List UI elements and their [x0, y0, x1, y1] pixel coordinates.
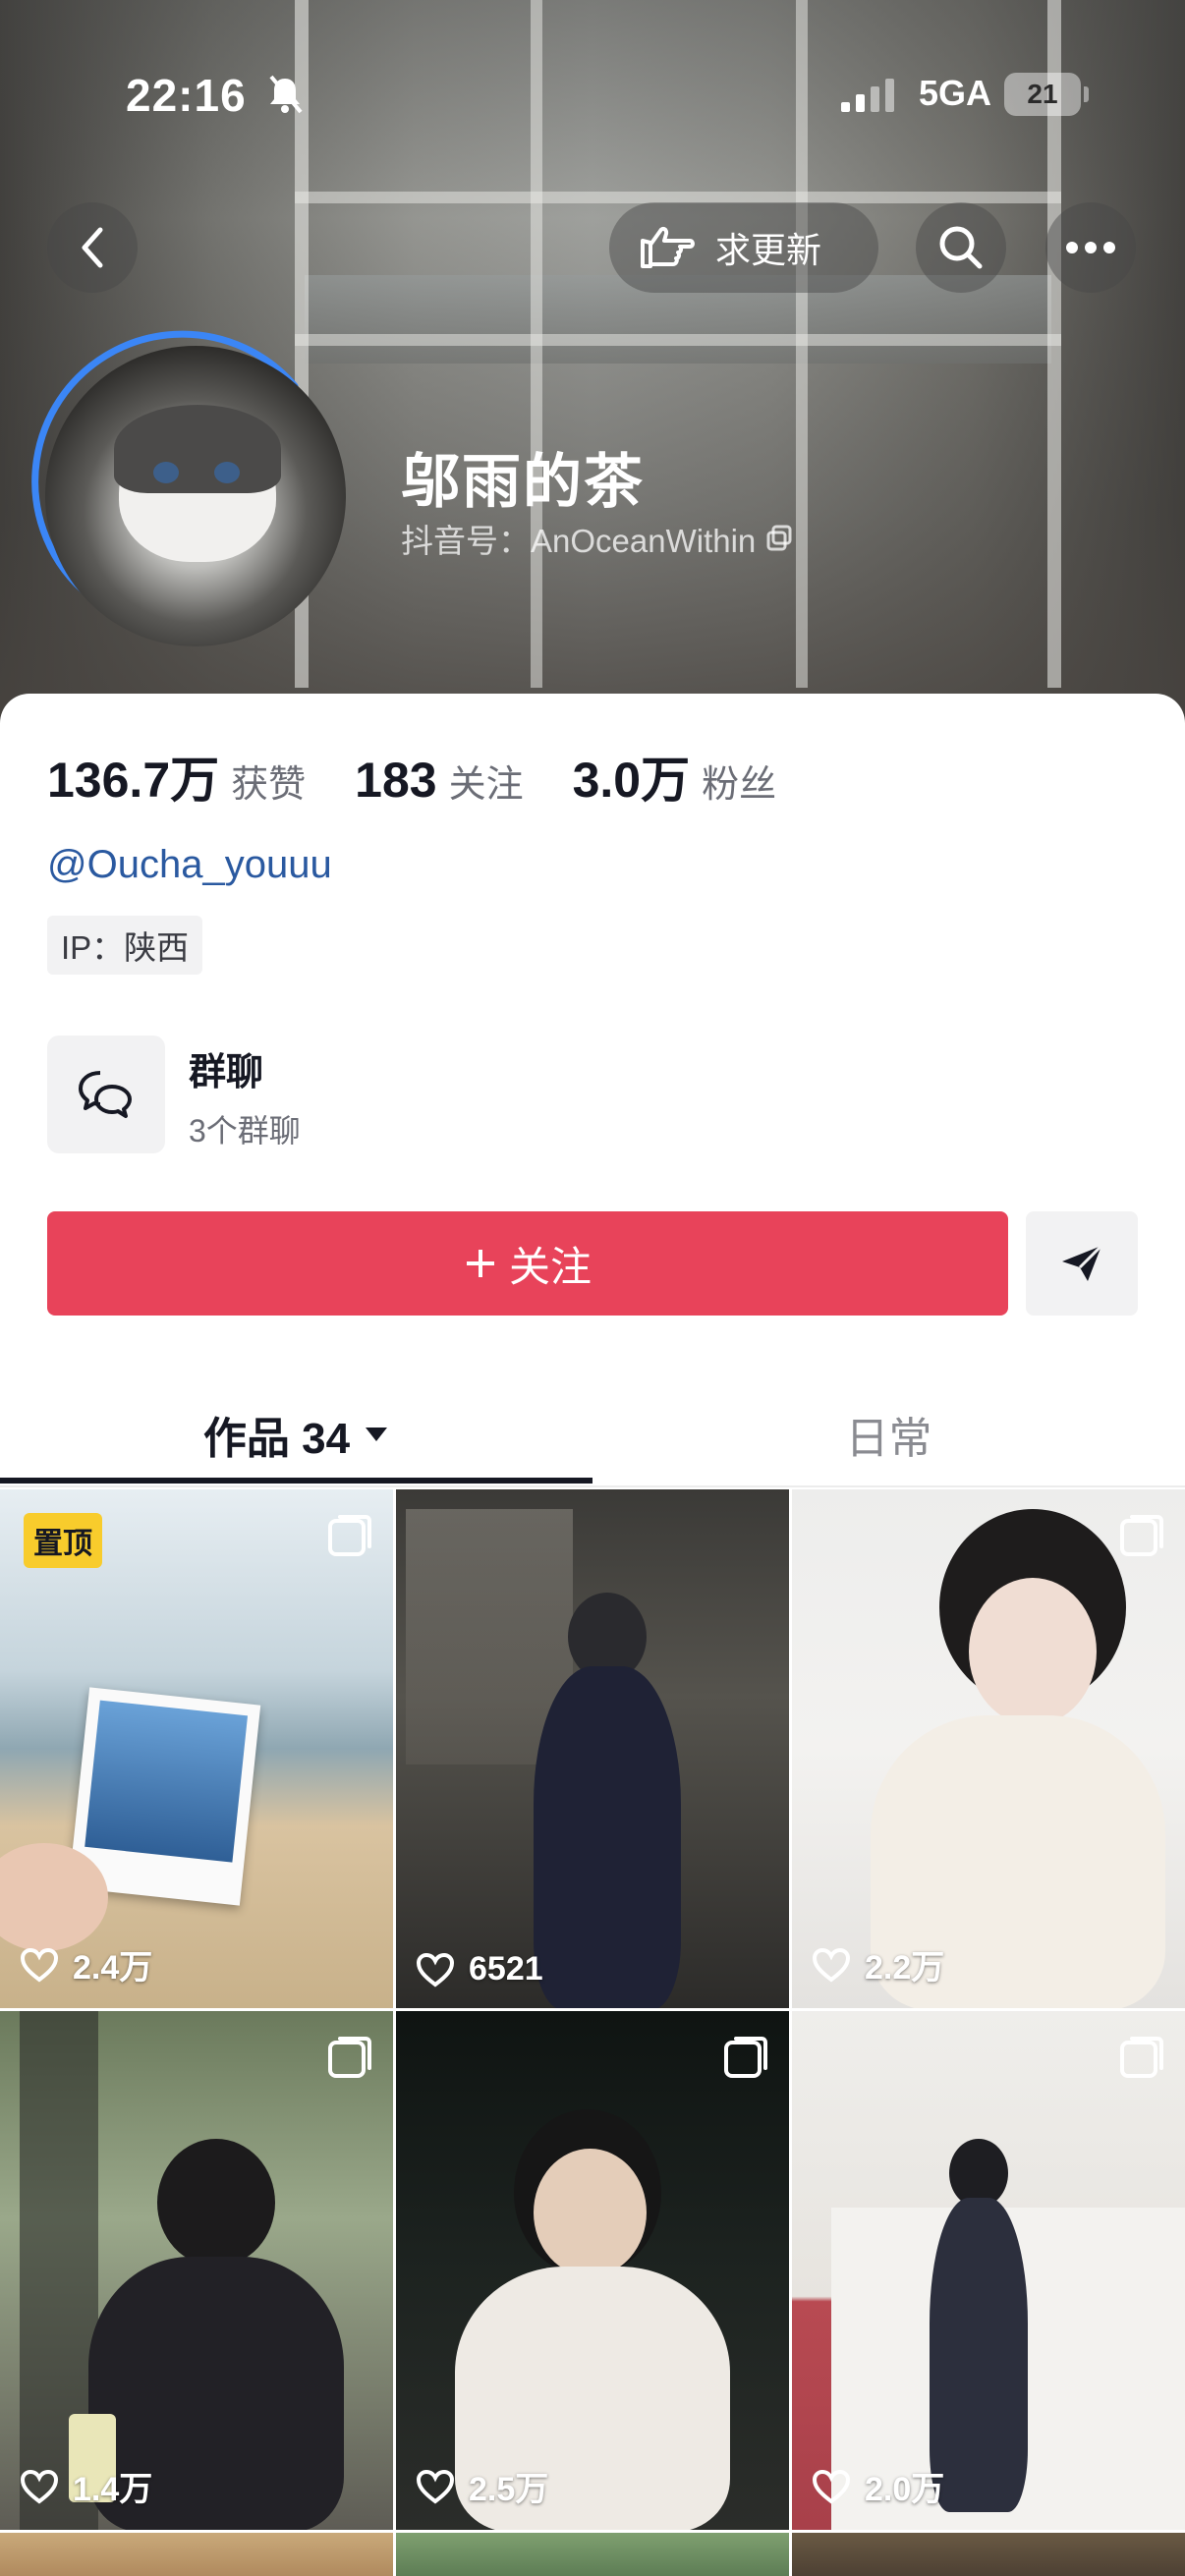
tab-works-label: 作品 34 — [202, 1415, 351, 1463]
heart-icon — [20, 1947, 59, 1983]
copy-icon[interactable] — [765, 525, 793, 552]
post-tile[interactable]: 2.5万 — [396, 2011, 789, 2530]
multi-image-icon — [328, 2037, 371, 2078]
post-thumbnail-face — [534, 2149, 647, 2276]
post-likes: 1.4万 — [20, 2462, 152, 2510]
search-icon — [939, 226, 983, 269]
post-tile[interactable]: 6521 — [396, 1489, 789, 2008]
profile-name: 邬雨的茶 — [401, 449, 645, 515]
post-thumbnail-person — [534, 1666, 681, 2008]
tab-divider — [0, 1485, 1185, 1487]
signal-icon — [841, 79, 894, 112]
post-likes-count: 2.4万 — [73, 1949, 153, 1987]
profile-stats: 136.7万 获赞 183 关注 3.0万 粉丝 — [47, 741, 825, 812]
post-thumbnail-face — [969, 1578, 1097, 1725]
heart-icon — [20, 2469, 59, 2504]
post-tile[interactable] — [396, 2533, 789, 2576]
douyin-id[interactable]: 抖音号：AnOceanWithin — [401, 515, 793, 562]
more-dots-icon — [1066, 242, 1115, 253]
send-message-button[interactable] — [1026, 1211, 1138, 1316]
avatar[interactable] — [45, 346, 346, 646]
paper-plane-icon — [1062, 1244, 1103, 1281]
search-button[interactable] — [916, 202, 1006, 293]
follow-button-label: 关注 — [508, 1243, 592, 1290]
group-chat-button[interactable] — [47, 1036, 165, 1153]
back-button[interactable] — [47, 202, 138, 293]
heart-icon — [416, 2469, 455, 2504]
following-count[interactable]: 183 — [355, 752, 436, 809]
post-thumbnail-head — [157, 2139, 275, 2267]
followers-count[interactable]: 3.0万 — [573, 741, 691, 812]
network-type: 5GA — [919, 73, 992, 113]
ip-location-tag: IP：陕西 — [47, 916, 203, 975]
avatar-cat-eye — [153, 462, 179, 483]
avatar-cat-mask — [114, 405, 281, 493]
followers-label[interactable]: 粉丝 — [702, 754, 776, 808]
post-likes: 2.4万 — [20, 1940, 152, 1988]
plus-icon — [466, 1250, 494, 1277]
active-tab-indicator — [0, 1478, 592, 1484]
chat-bubbles-icon — [79, 1071, 132, 1118]
group-chat-title[interactable]: 群聊 — [189, 1041, 263, 1095]
battery-icon: 21 — [1004, 73, 1089, 116]
status-time: 22:16 — [126, 70, 247, 121]
heart-icon — [416, 1952, 455, 1988]
follow-button[interactable]: 关注 — [47, 1211, 1008, 1316]
post-tile[interactable]: 2.2万 — [792, 1489, 1185, 2008]
heart-icon — [812, 2469, 851, 2504]
multi-image-icon — [1120, 2037, 1163, 2078]
mute-bell-icon — [269, 75, 303, 114]
tab-works[interactable]: 作品 34 — [0, 1385, 592, 1484]
post-tile[interactable] — [0, 2533, 393, 2576]
tab-daily[interactable]: 日常 — [592, 1385, 1185, 1484]
post-likes: 6521 — [416, 1950, 543, 1988]
likes-count: 136.7万 — [47, 753, 220, 808]
post-tile[interactable]: 1.4万 — [0, 2011, 393, 2530]
post-tile[interactable]: 置顶 2.4万 — [0, 1489, 393, 2008]
multi-image-icon — [724, 2037, 767, 2078]
caret-down-icon — [366, 1428, 388, 1441]
post-likes-count: 6521 — [469, 1950, 543, 1988]
likes-label: 获赞 — [231, 764, 307, 806]
multi-image-icon — [1120, 1515, 1163, 1556]
avatar-cat-eye — [214, 462, 240, 483]
group-chat-count: 3个群聊 — [189, 1113, 301, 1148]
pinned-badge: 置顶 — [24, 1513, 102, 1568]
post-likes: 2.5万 — [416, 2462, 548, 2510]
douyin-id-text: 抖音号：AnOceanWithin — [401, 523, 757, 559]
post-likes: 2.0万 — [812, 2462, 944, 2510]
more-button[interactable] — [1045, 202, 1136, 293]
heart-icon — [812, 1947, 851, 1983]
post-likes: 2.2万 — [812, 1940, 944, 1988]
user-handle-link[interactable]: @Oucha_youuu — [47, 843, 332, 887]
post-likes-count: 1.4万 — [73, 2471, 153, 2508]
post-tile[interactable] — [792, 2533, 1185, 2576]
request-update-label: 求更新 — [715, 230, 822, 270]
post-likes-count: 2.5万 — [469, 2471, 549, 2508]
post-tile[interactable]: 2.0万 — [792, 2011, 1185, 2530]
background-window-bar — [295, 334, 1061, 346]
post-likes-count: 2.0万 — [865, 2471, 945, 2508]
multi-image-icon — [328, 1515, 371, 1556]
request-update-button[interactable]: 求更新 — [609, 202, 878, 293]
post-likes-count: 2.2万 — [865, 1949, 945, 1987]
hand-point-icon — [641, 226, 695, 268]
chevron-left-icon — [82, 227, 103, 268]
following-label[interactable]: 关注 — [449, 754, 524, 808]
